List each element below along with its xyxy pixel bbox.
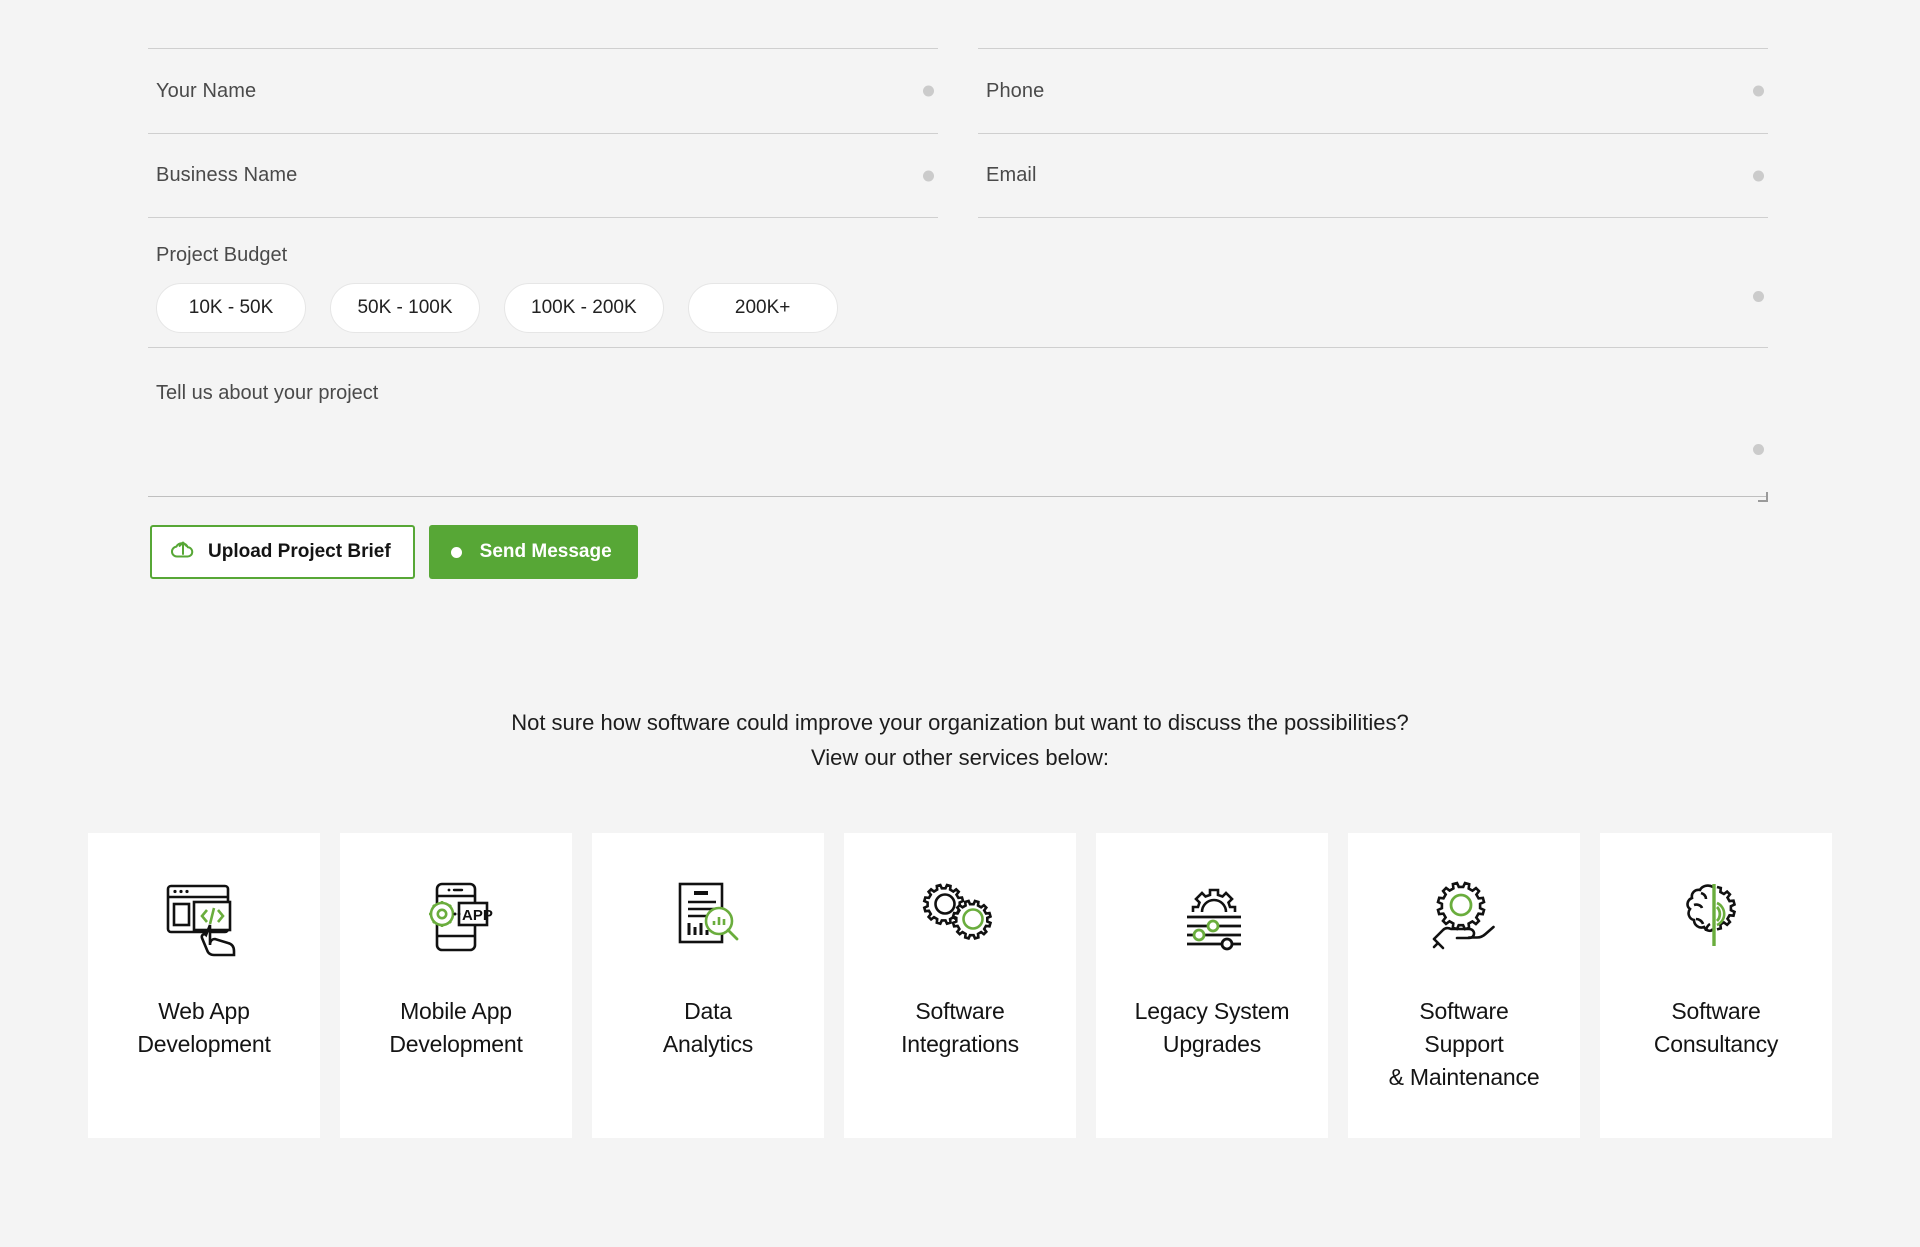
upload-button-label: Upload Project Brief [208,541,391,562]
cloud-upload-icon [170,538,196,566]
service-card-software-consultancy[interactable]: Software Consultancy [1600,833,1832,1138]
email-label: Email [986,164,1037,186]
service-card-title: Software Consultancy [1653,998,1779,1057]
service-card-software-support-maintenance[interactable]: Software Support & Maintenance [1348,833,1580,1138]
service-card-software-integrations[interactable]: Software Integrations [844,833,1076,1138]
service-card-web-app-development[interactable]: Web App Development [88,833,320,1138]
web-app-development-icon [163,875,245,961]
data-analytics-icon [667,875,749,961]
software-support-maintenance-icon [1421,875,1507,961]
contact-form: Your Name Phone Business Name Email Proj… [148,48,1768,579]
project-budget-group: Project Budget 10K - 50K 50K - 100K 100K… [148,244,1768,348]
your-name-field[interactable]: Your Name [148,48,938,133]
your-name-status-dot [923,85,934,97]
services-prompt-line-1: Not sure how software could improve your… [511,710,1409,735]
form-row-1: Your Name Phone [148,48,1768,133]
budget-option-200k-plus[interactable]: 200K+ [687,283,838,333]
contact-page: Your Name Phone Business Name Email Proj… [0,0,1920,1247]
services-card-grid: Web App Development APP Mobile App Devel… [88,833,1832,1138]
budget-option-50k-100k[interactable]: 50K - 100K [330,283,480,333]
mobile-app-development-icon: APP [415,875,497,961]
project-message-label: Tell us about your project [156,382,379,404]
project-message-field[interactable]: Tell us about your project [148,370,1768,502]
svg-text:APP: APP [462,907,493,924]
send-button-label: Send Message [479,541,612,562]
form-row-2: Business Name Email [148,133,1768,218]
service-card-title: Software Integrations [901,998,1019,1057]
service-card-title: Mobile App Development [389,998,523,1057]
form-actions: Upload Project Brief Send Message [148,525,1768,579]
budget-option-10k-50k[interactable]: 10K - 50K [156,283,306,333]
service-card-legacy-system-upgrades[interactable]: Legacy System Upgrades [1096,833,1328,1138]
service-card-title: Legacy System Upgrades [1134,998,1290,1057]
business-name-status-dot [923,170,934,181]
phone-field[interactable]: Phone [978,48,1768,133]
send-indicator-dot [450,546,462,558]
legacy-system-upgrades-icon [1169,875,1255,961]
textarea-resize-handle[interactable] [1758,492,1768,502]
software-integrations-icon [917,875,1003,961]
business-name-field[interactable]: Business Name [148,133,938,218]
phone-label: Phone [986,79,1045,102]
message-status-dot [1753,444,1764,455]
service-card-data-analytics[interactable]: Data Analytics [592,833,824,1138]
services-prompt-line-2: View our other services below: [811,745,1109,770]
budget-option-100k-200k[interactable]: 100K - 200K [504,283,664,333]
budget-status-dot [1753,291,1764,302]
email-status-dot [1753,170,1764,181]
project-budget-label: Project Budget [156,244,288,266]
your-name-label: Your Name [156,79,257,102]
business-name-label: Business Name [156,164,298,186]
service-card-title: Web App Development [137,998,271,1057]
service-card-mobile-app-development[interactable]: APP Mobile App Development [340,833,572,1138]
upload-project-brief-button[interactable]: Upload Project Brief [150,525,415,579]
service-card-title: Software Support & Maintenance [1388,998,1540,1090]
service-card-title: Data Analytics [662,998,754,1057]
software-consultancy-icon [1673,875,1759,961]
services-prompt: Not sure how software could improve your… [0,705,1920,775]
budget-options: 10K - 50K 50K - 100K 100K - 200K 200K+ [148,283,1768,333]
send-message-button[interactable]: Send Message [428,525,638,579]
phone-status-dot [1753,85,1764,97]
email-field[interactable]: Email [978,133,1768,218]
